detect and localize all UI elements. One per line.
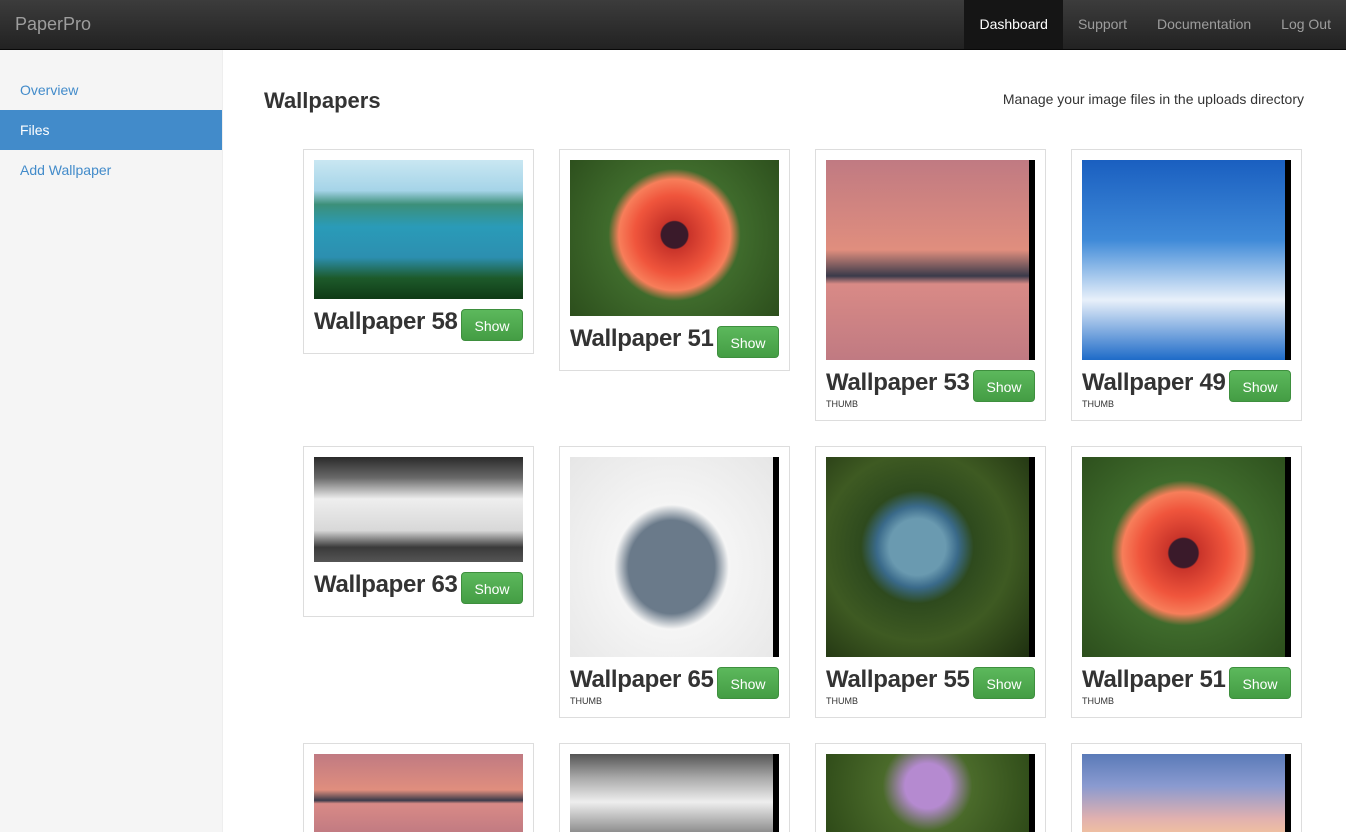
card-title: Wallpaper 51	[1082, 666, 1226, 693]
thumb-label: THUMB	[826, 399, 858, 409]
sidebar: Overview Files Add Wallpaper	[0, 50, 223, 832]
brand-logo[interactable]: PaperPro	[15, 14, 91, 35]
thumb-label: THUMB	[1082, 696, 1114, 706]
sunset-sky-image[interactable]	[1082, 754, 1291, 832]
card-title: Wallpaper 63	[314, 571, 458, 598]
wallpaper-card	[559, 743, 790, 832]
page-title: Wallpapers	[264, 88, 381, 113]
sidebar-item-add-wallpaper[interactable]: Add Wallpaper	[0, 150, 222, 190]
card-title: Wallpaper 51	[570, 325, 714, 352]
bubble-image[interactable]	[826, 457, 1035, 657]
thumb-label: THUMB	[570, 696, 602, 706]
car-image[interactable]	[570, 754, 779, 832]
tower-bridge-image[interactable]	[314, 754, 523, 832]
card-title: Wallpaper 55	[826, 666, 970, 693]
daisy-sky-image[interactable]	[1082, 160, 1291, 360]
thumb-label: THUMB	[826, 696, 858, 706]
nav-documentation[interactable]: Documentation	[1142, 0, 1266, 49]
volvo-car-image[interactable]	[570, 457, 779, 657]
nav-support[interactable]: Support	[1063, 0, 1142, 49]
show-button[interactable]: Show	[973, 667, 1035, 699]
purple-flower-image[interactable]	[826, 754, 1035, 832]
card-title: Wallpaper 49	[1082, 369, 1226, 396]
card-title: Wallpaper 58	[314, 308, 458, 335]
wallpaper-card: Wallpaper 65 THUMB Show	[559, 446, 790, 718]
show-button[interactable]: Show	[461, 309, 523, 341]
poppy-image[interactable]	[1082, 457, 1291, 657]
wallpaper-card	[1071, 743, 1302, 832]
tower-bridge-image[interactable]	[826, 160, 1035, 360]
show-button[interactable]: Show	[717, 326, 779, 358]
show-button[interactable]: Show	[973, 370, 1035, 402]
show-button[interactable]: Show	[1229, 370, 1291, 402]
bmw-car-image[interactable]	[314, 457, 523, 562]
sidebar-item-overview[interactable]: Overview	[0, 70, 222, 110]
wallpaper-card	[303, 743, 534, 832]
halong-bay-image[interactable]	[314, 160, 523, 299]
wallpaper-card: Wallpaper 63 Show	[303, 446, 534, 617]
wallpaper-card: Wallpaper 58 Show	[303, 149, 534, 354]
card-title: Wallpaper 53	[826, 369, 970, 396]
nav-dashboard[interactable]: Dashboard	[964, 0, 1063, 49]
card-title: Wallpaper 65	[570, 666, 714, 693]
wallpaper-card: Wallpaper 51 Show	[559, 149, 790, 371]
thumb-label: THUMB	[1082, 399, 1114, 409]
show-button[interactable]: Show	[1229, 667, 1291, 699]
top-navbar: PaperPro Dashboard Support Documentation…	[0, 0, 1346, 50]
page-subtitle: Manage your image files in the uploads d…	[1002, 91, 1304, 107]
nav-log-out[interactable]: Log Out	[1266, 0, 1346, 49]
wallpaper-card: Wallpaper 53 THUMB Show	[815, 149, 1046, 421]
wallpaper-card: Wallpaper 51 THUMB Show	[1071, 446, 1302, 718]
wallpaper-card	[815, 743, 1046, 832]
nav-links: Dashboard Support Documentation Log Out	[964, 0, 1346, 50]
show-button[interactable]: Show	[717, 667, 779, 699]
wallpaper-card: Wallpaper 55 THUMB Show	[815, 446, 1046, 718]
wallpaper-card: Wallpaper 49 THUMB Show	[1071, 149, 1302, 421]
sidebar-item-files[interactable]: Files	[0, 110, 222, 150]
show-button[interactable]: Show	[461, 572, 523, 604]
poppy-image[interactable]	[570, 160, 779, 316]
